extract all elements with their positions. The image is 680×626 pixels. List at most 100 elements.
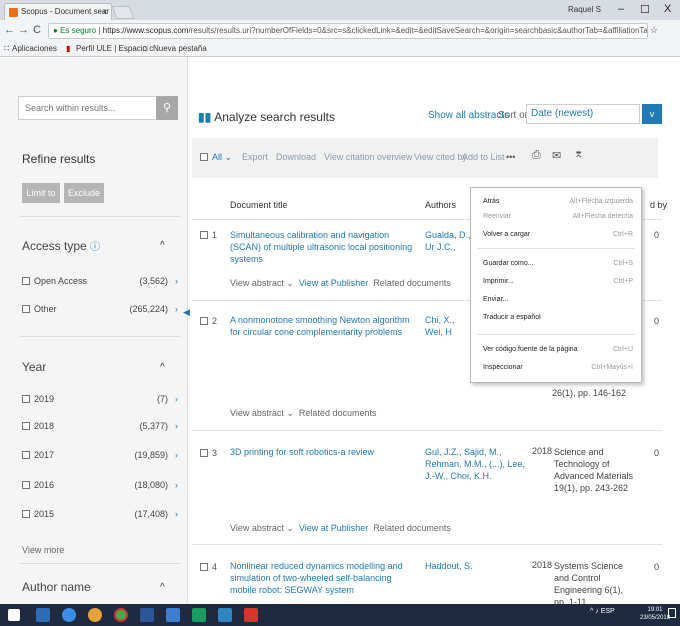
menu-item-forward[interactable]: Reenviar Alt+Flecha derecha [483,213,633,220]
result-title-link[interactable]: 3D printing for soft robotics-a review [230,446,416,458]
profile-name[interactable]: Raquel S [568,5,601,14]
facet-year-2016[interactable]: 2016 (18,080) › [22,480,178,490]
menu-item-back[interactable]: Atrás Alt+Flecha izquierda [483,198,633,205]
apps-icon[interactable]: ∷ [4,44,9,53]
author-name-title[interactable]: Author name [22,580,91,594]
result-cited-count[interactable]: 0 [654,562,659,572]
view-abstract-link[interactable]: View abstract ⌄ [230,408,294,418]
view-abstract-link[interactable]: View abstract ⌄ [230,278,294,288]
facet-year-2015[interactable]: 2015 (17,408) › [22,509,178,519]
facet-other[interactable]: Other (265,224) › [22,304,178,314]
word-icon[interactable] [140,608,154,622]
facet-year-2017[interactable]: 2017 (19,859) › [22,450,178,460]
show-all-abstracts-link[interactable]: Show all abstracts [428,110,509,121]
chevron-right-icon[interactable]: › [175,480,178,490]
edge-icon[interactable] [62,608,76,622]
download-button[interactable]: Download [276,152,316,162]
column-document-title[interactable]: Document title [230,200,288,210]
tab-close-icon[interactable]: x [103,7,107,16]
language-indicator[interactable]: ESP [601,608,615,615]
bookmark-apps[interactable]: Aplicaciones [12,44,57,53]
chrome-icon[interactable] [114,608,128,622]
column-cited-by[interactable]: d by [650,200,667,210]
result-authors[interactable]: Gualda, D., Ur J.C., García, E. [425,229,471,253]
excel-icon[interactable] [192,608,206,622]
menu-item-inspect[interactable]: Inspeccionar Ctrl+Mayús+I [483,364,633,371]
chevron-up-icon[interactable]: ^ [160,582,165,593]
result-source[interactable]: Science and Technology of Advanced Mater… [554,446,634,494]
chevron-up-icon[interactable]: ^ [160,362,165,373]
select-all-dropdown[interactable]: All ⌄ [200,152,232,163]
back-icon[interactable]: ← [4,24,15,36]
bibliography-icon[interactable]: ⌆ [574,147,583,160]
view-abstract-link[interactable]: View abstract ⌄ [230,523,294,533]
result-title-link[interactable]: Simultaneous calibration and navigation … [230,229,416,265]
maximize-icon[interactable]: ☐ [640,3,650,16]
facet-year-2018[interactable]: 2018 (5,377) › [22,421,178,431]
related-documents-link[interactable]: Related documents [373,523,451,533]
firefox-icon[interactable] [88,608,102,622]
checkbox[interactable] [200,153,208,161]
bookmark-perfil-ule[interactable]: Perfil ULE | Espacio c [76,44,153,53]
bookmark-nueva-pestana[interactable]: Nueva pestaña [153,44,207,53]
chevron-right-icon[interactable]: › [175,394,178,404]
filter-app-icon[interactable] [166,608,180,622]
forward-icon[interactable]: → [18,24,29,36]
search-within-box[interactable]: ⚲ [18,96,178,120]
result-authors[interactable]: Gul, J.Z., Sajid, M., Rehman, M.M., (...… [425,446,529,482]
collapse-panel-icon[interactable]: ◀ [183,307,190,318]
menu-item-send[interactable]: Enviar... [483,296,633,303]
checkbox[interactable] [22,481,30,489]
checkbox[interactable] [200,231,208,239]
result-authors[interactable]: Haddout, S. [425,560,515,572]
print-icon[interactable]: ⎙ [532,149,541,162]
checkbox[interactable] [22,277,30,285]
checkbox[interactable] [22,422,30,430]
limit-to-button[interactable]: Limit to [22,183,60,203]
checkbox[interactable] [22,305,30,313]
checkbox[interactable] [200,449,208,457]
chevron-right-icon[interactable]: › [175,450,178,460]
system-tray[interactable]: ^ ♪ ESP [590,608,615,615]
result-source[interactable]: 26(1), pp. 146-162 [552,387,642,399]
view-citation-overview-button[interactable]: View citation overview [324,152,412,162]
menu-item-view-source[interactable]: Ver código fuente de la página Ctrl+U [483,346,633,353]
add-to-list-button[interactable]: Add to List [462,152,505,162]
view-at-publisher-link[interactable]: View at Publisher [299,278,368,288]
related-documents-link[interactable]: Related documents [373,278,451,288]
notifications-icon[interactable] [668,608,676,618]
search-icon[interactable]: ⚲ [156,96,178,120]
windows-start-icon[interactable] [8,609,20,621]
reload-icon[interactable]: C [33,24,41,36]
access-type-heading[interactable]: Access type ⓘ [22,238,100,253]
facet-open-access[interactable]: Open Access (3,562) › [22,276,178,286]
view-more-link[interactable]: View more [22,545,64,555]
menu-item-print[interactable]: Imprimir... Ctrl+P [483,278,633,285]
year-title[interactable]: Year [22,360,46,374]
browser-tab[interactable]: Scopus - Document sear x [4,3,112,20]
file-explorer-icon[interactable] [218,608,232,622]
result-cited-count[interactable]: 0 [654,316,659,326]
facet-year-2019[interactable]: 2019 (7) › [22,394,178,404]
view-cited-by-button[interactable]: View cited by [414,152,467,162]
chevron-right-icon[interactable]: › [175,509,178,519]
url-input[interactable]: ● Es seguro | https://www.scopus.com/res… [48,23,648,39]
task-view-icon[interactable] [36,608,50,622]
related-documents-link[interactable]: Related documents [299,408,377,418]
checkbox[interactable] [22,395,30,403]
exclude-button[interactable]: Exclude [64,183,104,203]
checkbox[interactable] [22,510,30,518]
checkbox[interactable] [22,451,30,459]
star-icon[interactable]: ☆ [650,25,658,36]
column-authors[interactable]: Authors [425,200,456,210]
chevron-up-icon[interactable]: ^ [160,240,165,251]
chevron-right-icon[interactable]: › [175,276,178,286]
search-within-input[interactable] [19,97,153,119]
menu-item-save-as[interactable]: Guardar como... Ctrl+S [483,260,633,267]
chevron-right-icon[interactable]: › [175,304,178,314]
result-cited-count[interactable]: 0 [654,230,659,240]
view-at-publisher-link[interactable]: View at Publisher [299,523,368,533]
minimize-icon[interactable]: – [618,3,624,15]
email-icon[interactable]: ✉ [552,149,561,162]
close-window-icon[interactable]: X [664,3,671,15]
